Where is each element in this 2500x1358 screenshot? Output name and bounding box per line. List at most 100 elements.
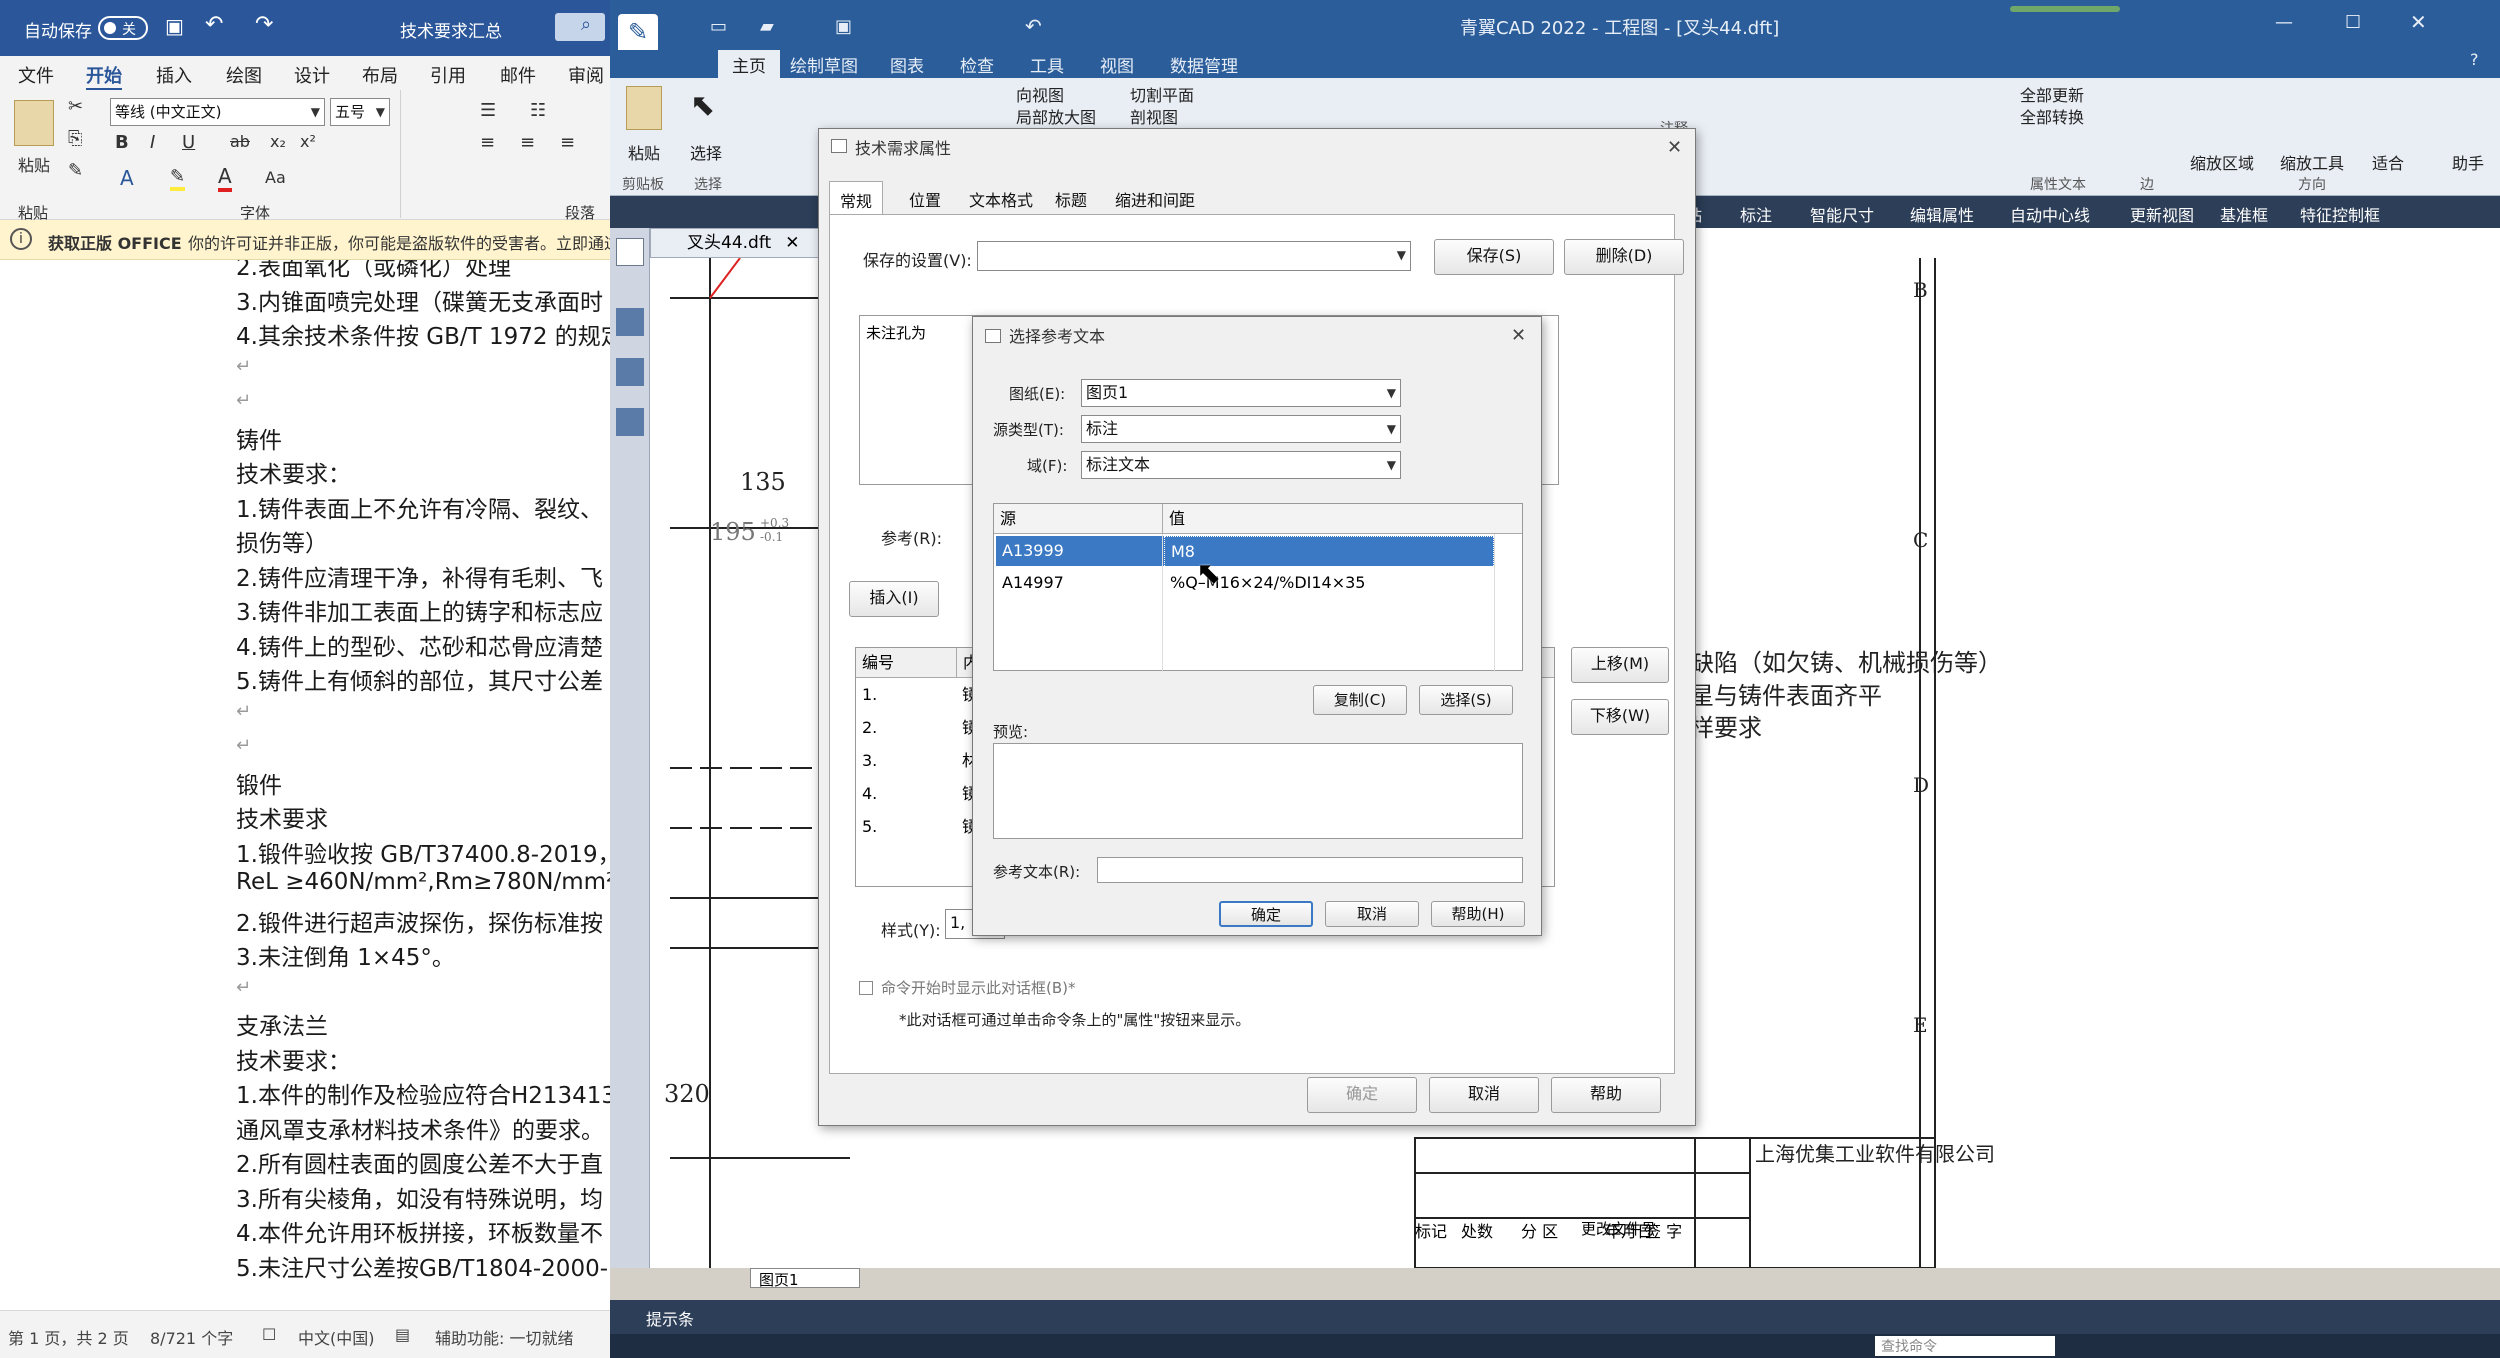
align-center-icon[interactable]: ≡ bbox=[520, 132, 535, 153]
save-icon[interactable]: ▣ bbox=[165, 14, 184, 38]
help-button[interactable]: 帮助 bbox=[1551, 1077, 1661, 1113]
paste-icon[interactable] bbox=[626, 86, 662, 130]
paste-icon[interactable] bbox=[14, 100, 54, 146]
tab-general[interactable]: 常规 bbox=[829, 181, 884, 218]
tab-indent-spacing[interactable]: 缩进和间距 bbox=[1105, 181, 1205, 217]
note-line-3[interactable]: 样要求 bbox=[1690, 708, 1762, 743]
save-icon[interactable]: ▣ bbox=[835, 16, 852, 37]
copy-icon[interactable]: ⎘ bbox=[68, 128, 82, 149]
change-case-icon[interactable]: Aa bbox=[265, 168, 286, 187]
macro-icon[interactable]: ▤ bbox=[395, 1325, 410, 1344]
proofing-icon[interactable]: ☐ bbox=[262, 1325, 276, 1344]
tab-tools[interactable]: 工具 bbox=[1030, 52, 1064, 77]
close-icon[interactable]: ✕ bbox=[1667, 137, 1682, 158]
close-icon[interactable]: ✕ bbox=[1511, 325, 1526, 346]
help-icon[interactable]: ? bbox=[2470, 50, 2479, 69]
show-dialog-checkbox[interactable] bbox=[859, 981, 873, 995]
paste-label[interactable]: 粘贴 bbox=[18, 152, 50, 176]
text-effect-icon[interactable]: A bbox=[120, 166, 134, 190]
cut-icon[interactable]: ✂ bbox=[68, 96, 83, 117]
empty-paragraph[interactable]: ↵ bbox=[236, 731, 251, 757]
bold-button[interactable]: B bbox=[115, 132, 129, 153]
bullets-icon[interactable]: ☰ bbox=[480, 100, 496, 121]
highlight-icon[interactable]: ✎ bbox=[170, 166, 186, 191]
list-row-number[interactable]: 4. bbox=[856, 779, 877, 809]
doc-line[interactable]: 损伤等） bbox=[236, 524, 328, 558]
select-arrow-icon[interactable]: ⬉ bbox=[690, 88, 715, 123]
table-row[interactable]: A14997 %Q–M16×24/%DI14×35 bbox=[996, 568, 1494, 598]
font-color-icon[interactable]: A bbox=[218, 164, 232, 192]
cmd-edit-property[interactable]: 编辑属性 bbox=[1910, 202, 1974, 226]
strikethrough-button[interactable]: ab bbox=[230, 132, 250, 151]
doc-line[interactable]: 1.铸件表面上不允许有冷隔、裂纹、 bbox=[236, 490, 603, 524]
doc-line[interactable]: 技术要求： bbox=[236, 455, 351, 489]
dim-195[interactable]: 195 bbox=[710, 518, 756, 546]
close-tab-icon[interactable]: ✕ bbox=[785, 233, 799, 253]
page-count[interactable]: 第 1 页，共 2 页 bbox=[8, 1325, 129, 1349]
underline-button[interactable]: U bbox=[182, 132, 195, 153]
doc-line[interactable]: 支承法兰 bbox=[236, 1007, 328, 1041]
document-title[interactable]: 技术要求汇总 bbox=[400, 17, 502, 42]
tab-view[interactable]: 视图 bbox=[1100, 52, 1134, 77]
saved-settings-select[interactable]: ▼ bbox=[977, 241, 1411, 271]
ref-text-input[interactable] bbox=[1097, 857, 1523, 883]
doc-line[interactable]: 2.铸件应清理干净，补得有毛刺、飞 bbox=[236, 559, 603, 593]
tab-mailings[interactable]: 邮件 bbox=[500, 62, 536, 88]
tab-design[interactable]: 设计 bbox=[294, 62, 330, 88]
document-page[interactable]: 2.表面氧化（或磷化）处理 3.内锥面喷完处理（碟簧无支承面时 4.其余技术条件按 … bbox=[0, 260, 610, 1310]
help-button[interactable]: 帮助(H) bbox=[1431, 901, 1525, 927]
minimize-button[interactable]: — bbox=[2275, 12, 2293, 33]
tab-review[interactable]: 审阅 bbox=[568, 62, 604, 88]
zoom-tool-button[interactable]: 缩放工具 bbox=[2280, 150, 2344, 174]
empty-paragraph[interactable]: ↵ bbox=[236, 386, 251, 412]
doc-line[interactable]: 2.表面氧化（或磷化）处理 bbox=[236, 260, 511, 282]
move-down-button[interactable]: 下移(W) bbox=[1571, 699, 1669, 735]
library-icon[interactable] bbox=[616, 238, 644, 266]
cmd-feature-control-frame[interactable]: 特征控制框 bbox=[2300, 202, 2380, 226]
detail-view-button[interactable]: 局部放大图 bbox=[1016, 104, 1096, 128]
format-painter-icon[interactable]: ✎ bbox=[68, 160, 83, 181]
redo-icon[interactable]: ↷ bbox=[255, 12, 273, 37]
cutting-plane-button[interactable]: 切割平面 bbox=[1130, 82, 1194, 106]
word-count[interactable]: 8/721 个字 bbox=[150, 1325, 233, 1349]
tab-position[interactable]: 位置 bbox=[899, 181, 951, 217]
doc-line[interactable]: 1.锻件验收按 GB/T37400.8-2019， bbox=[236, 835, 610, 869]
move-up-button[interactable]: 上移(M) bbox=[1571, 647, 1669, 683]
empty-paragraph[interactable]: ↵ bbox=[236, 973, 251, 999]
italic-button[interactable]: I bbox=[150, 132, 155, 153]
help-panel-icon[interactable] bbox=[616, 408, 644, 436]
doc-line[interactable]: 锻件 bbox=[236, 766, 282, 800]
doc-line[interactable]: 3.所有尖棱角，如没有特殊说明，均 bbox=[236, 1180, 603, 1214]
sheet-select[interactable]: 图页1 ▼ bbox=[1081, 379, 1401, 407]
tab-heading[interactable]: 标题 bbox=[1045, 181, 1097, 217]
numbering-icon[interactable]: ☷ bbox=[530, 100, 546, 121]
note-line-2[interactable]: 星与铸件表面齐平 bbox=[1690, 676, 1882, 711]
app-logo-icon[interactable]: ✎ bbox=[618, 14, 658, 54]
zoom-area-button[interactable]: 缩放区域 bbox=[2190, 150, 2254, 174]
maximize-button[interactable]: ☐ bbox=[2345, 12, 2361, 33]
undo-icon[interactable]: ↶ bbox=[205, 12, 223, 37]
ok-button[interactable]: 确定 bbox=[1307, 1077, 1417, 1113]
accessibility-status[interactable]: 辅助功能: 一切就绪 bbox=[435, 1325, 573, 1349]
undo-icon[interactable]: ↶ bbox=[1025, 14, 1042, 38]
doc-line[interactable]: 1.本件的制作及检验应符合H213413 bbox=[236, 1076, 610, 1110]
layers-icon[interactable] bbox=[616, 308, 644, 336]
cmd-update-view[interactable]: 更新视图 bbox=[2130, 202, 2194, 226]
list-row-number[interactable]: 5. bbox=[856, 812, 877, 842]
font-size-select[interactable]: 五号 ▼ bbox=[330, 98, 390, 126]
cancel-button[interactable]: 取消 bbox=[1325, 901, 1419, 927]
tab-file[interactable]: 文件 bbox=[18, 62, 54, 88]
font-name-select[interactable]: 等线 (中文正文) ▼ bbox=[110, 98, 325, 126]
subscript-button[interactable]: x₂ bbox=[270, 132, 286, 151]
dim-135[interactable]: 135 bbox=[740, 468, 786, 496]
doc-line[interactable]: 铸件 bbox=[236, 421, 282, 455]
tab-draw[interactable]: 绘图 bbox=[226, 62, 262, 88]
ok-button[interactable]: 确定 bbox=[1219, 901, 1313, 927]
search-box[interactable]: ⌕ bbox=[555, 13, 605, 41]
doc-line[interactable]: ReL ≥460N/mm²,Rm≥780N/mm², bbox=[236, 869, 610, 895]
note-line-1[interactable]: 缺陷（如欠铸、机械损伤等） bbox=[1690, 643, 2002, 678]
doc-line[interactable]: 4.铸件上的型砂、芯砂和芯骨应清楚 bbox=[236, 628, 603, 662]
section-view-button[interactable]: 剖视图 bbox=[1130, 104, 1178, 128]
list-row-number[interactable]: 1. bbox=[856, 680, 877, 710]
properties-icon[interactable] bbox=[616, 358, 644, 386]
